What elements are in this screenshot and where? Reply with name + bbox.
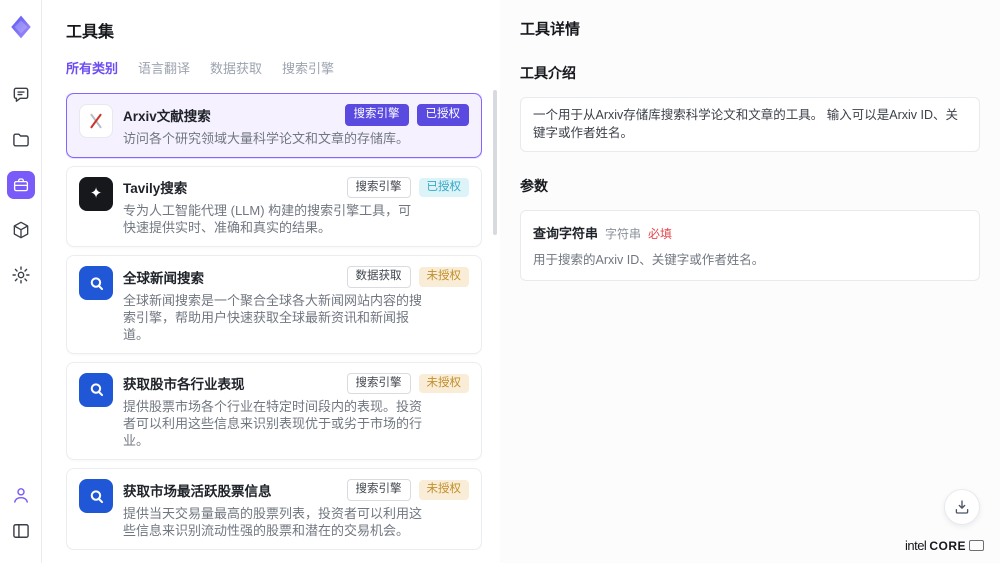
category-badge: 数据获取 xyxy=(347,266,411,288)
chat-icon[interactable] xyxy=(7,81,35,109)
settings-icon[interactable] xyxy=(7,261,35,289)
category-tabs: 所有类别 语言翻译 数据获取 搜索引擎 xyxy=(66,58,482,77)
news-search-icon xyxy=(87,380,106,399)
tool-list-panel: 工具集 所有类别语言翻译数据获取搜索引擎 xyxy=(42,0,500,563)
detail-title: 工具详情 xyxy=(520,18,980,39)
params-heading: 参数 xyxy=(520,176,980,196)
icon-rail xyxy=(0,0,42,563)
page-title: 工具集 xyxy=(66,18,482,42)
scrollbar-thumb[interactable] xyxy=(493,90,497,235)
auth-status-badge: 未授权 xyxy=(419,374,470,394)
auth-status-badge: 未授权 xyxy=(419,480,470,500)
param-name: 查询字符串 xyxy=(533,223,598,242)
auth-status-badge: 已授权 xyxy=(419,178,470,198)
folder-icon[interactable] xyxy=(7,126,35,154)
param-description: 用于搜索的Arxiv ID、关键字或作者姓名。 xyxy=(533,249,967,268)
rail-nav xyxy=(7,81,35,289)
intel-wordmark: intel xyxy=(905,538,926,553)
app-window: 工具集 所有类别语言翻译数据获取搜索引擎 xyxy=(0,0,1000,563)
tool-description: 专为人工智能代理 (LLM) 构建的搜索引擎工具，可快速提供实时、准确和真实的结… xyxy=(123,202,423,236)
news-search-icon xyxy=(87,274,106,293)
category-tab[interactable]: 所有类别 xyxy=(66,58,118,77)
arxiv-icon xyxy=(86,111,106,131)
intel-badge-box xyxy=(969,540,984,551)
tool-name: 获取市场最活跃股票信息 xyxy=(123,480,339,500)
rail-bottom xyxy=(7,481,35,545)
tool-name: Tavily搜索 xyxy=(123,177,339,197)
param-type: 字符串 xyxy=(605,225,641,242)
tool-description: 全球新闻搜索是一个聚合全球各大新闻网站内容的搜索引擎，帮助用户快速获取全球最新资… xyxy=(123,292,423,343)
news-search-icon xyxy=(87,487,106,506)
download-icon xyxy=(953,498,971,516)
param-required-badge: 必填 xyxy=(648,225,672,242)
category-tab[interactable]: 语言翻译 xyxy=(138,58,190,77)
auth-status-badge: 未授权 xyxy=(419,267,470,287)
layout-icon[interactable] xyxy=(7,517,35,545)
download-button[interactable] xyxy=(944,489,980,525)
tool-description: 提供当天交易量最高的股票列表，投资者可以利用这些信息来识别流动性强的股票和潜在的… xyxy=(123,505,423,539)
package-icon[interactable] xyxy=(7,216,35,244)
tool-description: 提供股票市场各个行业在特定时间段内的表现。投资者可以利用这些信息来识别表现优于或… xyxy=(123,398,423,449)
category-tab[interactable]: 搜索引擎 xyxy=(282,58,334,77)
intel-core-logo: intel CORE xyxy=(905,538,984,553)
tool-cards-list: Arxiv文献搜索 搜索引擎 已授权 访问各个研究领域大量科学论文和文章的存储库… xyxy=(66,93,482,550)
tool-card[interactable]: 获取股市各行业表现 搜索引擎 未授权 提供股票市场各个行业在特定时间段内的表现。… xyxy=(66,362,482,461)
tool-intro-card: 一个用于从Arxiv存储库搜索科学论文和文章的工具。 输入可以是Arxiv ID… xyxy=(520,97,980,152)
tool-card[interactable]: Arxiv文献搜索 搜索引擎 已授权 访问各个研究领域大量科学论文和文章的存储库… xyxy=(66,93,482,158)
tool-name: 获取股市各行业表现 xyxy=(123,373,339,393)
tool-card[interactable]: 获取市场最活跃股票信息 搜索引擎 未授权 提供当天交易量最高的股票列表，投资者可… xyxy=(66,468,482,550)
tool-detail-panel: 工具详情 工具介绍 一个用于从Arxiv存储库搜索科学论文和文章的工具。 输入可… xyxy=(500,0,1000,563)
category-badge: 搜索引擎 xyxy=(347,479,411,501)
core-wordmark: CORE xyxy=(929,539,966,553)
param-card: 查询字符串 字符串 必填 用于搜索的Arxiv ID、关键字或作者姓名。 xyxy=(520,210,980,281)
tool-name: Arxiv文献搜索 xyxy=(123,105,337,125)
category-badge: 搜索引擎 xyxy=(347,177,411,199)
tool-card[interactable]: 全球新闻搜索 数据获取 未授权 全球新闻搜索是一个聚合全球各大新闻网站内容的搜索… xyxy=(66,255,482,354)
category-badge: 搜索引擎 xyxy=(345,104,409,126)
tavily-star-icon: ✦ xyxy=(90,186,103,201)
tool-description: 访问各个研究领域大量科学论文和文章的存储库。 xyxy=(123,130,423,147)
category-tab[interactable]: 数据获取 xyxy=(210,58,262,77)
auth-status-badge: 已授权 xyxy=(417,104,470,126)
tool-name: 全球新闻搜索 xyxy=(123,267,339,287)
category-badge: 搜索引擎 xyxy=(347,373,411,395)
intro-heading: 工具介绍 xyxy=(520,63,980,83)
briefcase-icon[interactable] xyxy=(7,171,35,199)
app-logo-icon xyxy=(8,14,34,45)
user-icon[interactable] xyxy=(7,481,35,509)
tool-card[interactable]: ✦ Tavily搜索 搜索引擎 已授权 专为人工智能代理 (LLM) 构建的搜索… xyxy=(66,166,482,248)
